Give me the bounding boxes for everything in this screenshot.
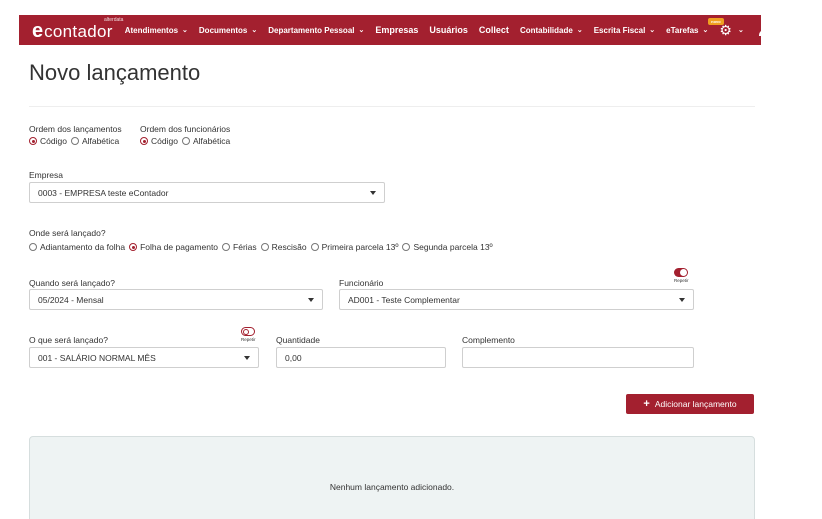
chevron-down-icon: ⌄ xyxy=(182,27,188,34)
caret-down-icon xyxy=(679,298,685,302)
top-navbar: e contador alterdata Atendimentos ⌄ Docume… xyxy=(19,15,769,45)
radio-empty-icon xyxy=(29,243,37,251)
nav-item-usu-rios[interactable]: Usuários xyxy=(429,25,468,35)
radio-onde-0[interactable]: Adiantamento da folha xyxy=(29,242,125,252)
nav-right-tools: ⚙ ⌄ xyxy=(719,22,769,39)
ordem-funcionarios-radios: Código Alfabética xyxy=(140,136,234,146)
chevron-down-icon: ⌄ xyxy=(649,27,656,34)
econtador-logo[interactable]: e contador alterdata xyxy=(32,17,123,42)
quantidade-value: 0,00 xyxy=(285,352,302,363)
caret-down-icon xyxy=(370,191,376,195)
empty-state-text: Nenhum lançamento adicionado. xyxy=(329,482,455,492)
chevron-down-icon: ⌄ xyxy=(702,27,709,34)
onde-label: Onde será lançado? xyxy=(29,228,106,238)
complemento-input[interactable] xyxy=(462,347,694,368)
radio-lanc-codigo[interactable]: Código xyxy=(29,136,67,146)
ordem-funcionarios-label: Ordem dos funcionários xyxy=(140,124,231,134)
radio-selected-icon xyxy=(129,243,138,251)
radio-selected-icon xyxy=(29,137,37,145)
nav-item-departamento-pessoal[interactable]: Departamento Pessoal ⌄ xyxy=(268,26,364,35)
funcionario-select[interactable]: AD001 - Teste Complementar xyxy=(339,289,694,310)
ordem-lancamentos-radios: Código Alfabética xyxy=(29,136,123,146)
nav-item-empresas[interactable]: Empresas xyxy=(375,25,418,35)
radio-onde-3[interactable]: Rescisão xyxy=(260,242,307,252)
complemento-label: Complemento xyxy=(462,335,515,345)
oque-select[interactable]: 001 - SALÁRIO NORMAL MÊS xyxy=(29,347,259,368)
radio-selected-icon xyxy=(140,137,148,145)
caret-down-icon xyxy=(308,298,314,302)
empresa-select[interactable]: 0003 - EMPRESA teste eContador xyxy=(29,182,385,203)
nav-item-documentos[interactable]: Documentos ⌄ xyxy=(199,26,257,35)
radio-empty-icon xyxy=(181,137,190,145)
oque-value: 001 - SALÁRIO NORMAL MÊS xyxy=(38,352,156,363)
quantidade-label: Quantidade xyxy=(276,335,320,345)
logo-text: contador xyxy=(44,22,113,41)
nav-menu: Atendimentos ⌄ Documentos ⌄ Departamento Pes… xyxy=(125,15,724,45)
radio-empty-icon xyxy=(310,243,319,251)
title-divider xyxy=(29,106,755,107)
quantidade-input[interactable]: 0,00 xyxy=(276,347,446,368)
oque-repetir-toggle[interactable]: Repetir xyxy=(241,327,256,342)
plus-icon: + xyxy=(643,398,650,410)
adicionar-lancamento-button[interactable]: + Adicionar lançamento xyxy=(626,394,754,414)
settings-chevron-icon[interactable]: ⌄ xyxy=(734,26,744,34)
radio-func-codigo[interactable]: Código xyxy=(140,136,178,146)
funcionario-repetir-toggle[interactable]: Repetir xyxy=(674,268,689,283)
repetir-label: Repetir xyxy=(674,278,689,283)
radio-empty-icon xyxy=(402,243,411,251)
radio-onde-1[interactable]: Folha de pagamento xyxy=(129,242,218,252)
page-title: Novo lançamento xyxy=(29,60,201,85)
toggle-off-icon xyxy=(241,327,256,336)
radio-onde-2[interactable]: Férias xyxy=(222,242,257,252)
logo-e: e xyxy=(32,20,44,42)
radio-onde-4[interactable]: Primeira parcela 13º xyxy=(310,242,398,252)
quando-select[interactable]: 05/2024 - Mensal xyxy=(29,289,323,310)
chevron-down-icon: ⌄ xyxy=(576,27,583,34)
lancamentos-panel: Nenhum lançamento adicionado. xyxy=(29,436,755,519)
user-icon[interactable] xyxy=(758,23,770,37)
chevron-down-icon: ⌄ xyxy=(251,27,258,34)
radio-empty-icon xyxy=(70,137,79,145)
oque-label: O que será lançado? xyxy=(29,335,108,345)
funcionario-value: AD001 - Teste Complementar xyxy=(348,294,460,305)
nav-item-escrita-fiscal[interactable]: Escrita Fiscal ⌄ xyxy=(594,26,655,35)
nav-item-etarefas[interactable]: eTarefas ⌄ novo xyxy=(666,17,724,35)
radio-lanc-alfabetica[interactable]: Alfabética xyxy=(70,136,119,146)
empresa-label: Empresa xyxy=(29,170,64,180)
logo-superscript: alterdata xyxy=(104,17,124,23)
ordem-lancamentos-label: Ordem dos lançamentos xyxy=(29,124,122,134)
caret-down-icon xyxy=(244,356,250,360)
radio-onde-5[interactable]: Segunda parcela 13º xyxy=(402,242,493,252)
nav-item-contabilidade[interactable]: Contabilidade ⌄ xyxy=(520,26,583,35)
empresa-value: 0003 - EMPRESA teste eContador xyxy=(38,187,169,198)
radio-empty-icon xyxy=(260,243,269,251)
nav-item-collect[interactable]: Collect xyxy=(479,25,509,35)
nav-item-atendimentos[interactable]: Atendimentos ⌄ xyxy=(125,26,188,35)
quando-value: 05/2024 - Mensal xyxy=(38,294,104,305)
funcionario-label: Funcionário xyxy=(339,278,384,288)
adicionar-lancamento-label: Adicionar lançamento xyxy=(654,399,737,409)
toggle-on-icon xyxy=(674,268,689,277)
radio-func-alfabetica[interactable]: Alfabética xyxy=(181,136,230,146)
quando-label: Quando será lançado? xyxy=(29,278,116,288)
radio-empty-icon xyxy=(222,243,231,251)
new-badge: novo xyxy=(708,17,724,25)
chevron-down-icon: ⌄ xyxy=(358,27,365,34)
onde-radios: Adiantamento da folha Folha de pagamento F… xyxy=(29,242,497,252)
repetir-label: Repetir xyxy=(241,337,256,342)
